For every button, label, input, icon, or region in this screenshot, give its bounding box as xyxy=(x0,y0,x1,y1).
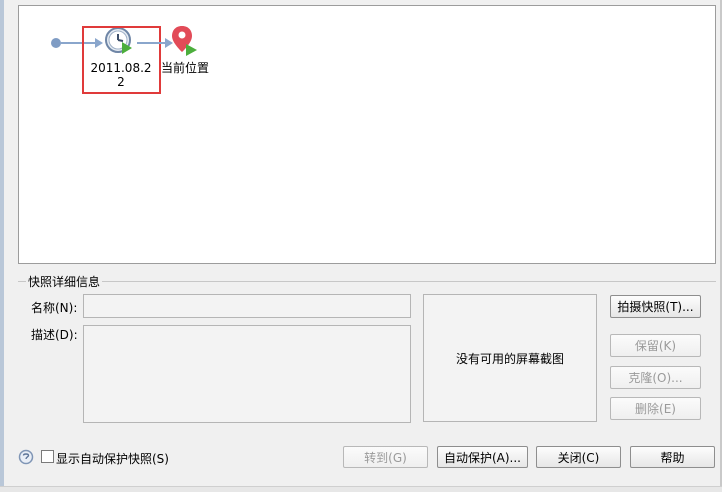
map-pin-play-icon[interactable] xyxy=(170,24,200,58)
snapshot-name-field[interactable] xyxy=(83,294,411,318)
snapshot-details-title: 快照详细信息 xyxy=(26,273,103,290)
goto-button[interactable]: 转到(G) xyxy=(343,446,428,468)
autoprotect-button[interactable]: 自动保护(A)... xyxy=(437,446,528,468)
snapshot-timeline[interactable]: 2011.08.2 2 当前位置 xyxy=(18,5,716,264)
show-autoprotect-label[interactable]: 显示自动保护快照(S) xyxy=(56,450,169,467)
close-button[interactable]: 关闭(C) xyxy=(536,446,621,468)
window-bottom-edge xyxy=(0,486,722,492)
current-position-label: 当前位置 xyxy=(160,61,209,75)
snapshot-description-field[interactable] xyxy=(83,325,411,423)
no-screenshot-text: 没有可用的屏幕截图 xyxy=(455,351,564,366)
timeline-connector-2 xyxy=(137,42,165,44)
clone-button[interactable]: 克隆(O)... xyxy=(610,366,701,389)
window-left-edge xyxy=(0,0,4,492)
take-snapshot-button[interactable]: 拍摄快照(T)... xyxy=(610,295,701,318)
name-label: 名称(N): xyxy=(31,301,78,315)
description-label: 描述(D): xyxy=(31,328,78,342)
screenshot-preview: 没有可用的屏幕截图 xyxy=(423,294,597,422)
delete-button[interactable]: 删除(E) xyxy=(610,397,701,420)
keep-button[interactable]: 保留(K) xyxy=(610,334,701,357)
snapshot-date-label: 2011.08.2 2 xyxy=(90,61,152,89)
help-circle-icon[interactable] xyxy=(18,449,34,465)
show-autoprotect-checkbox[interactable] xyxy=(41,450,54,463)
timeline-root-dot xyxy=(51,38,61,48)
help-button[interactable]: 帮助 xyxy=(630,446,715,468)
